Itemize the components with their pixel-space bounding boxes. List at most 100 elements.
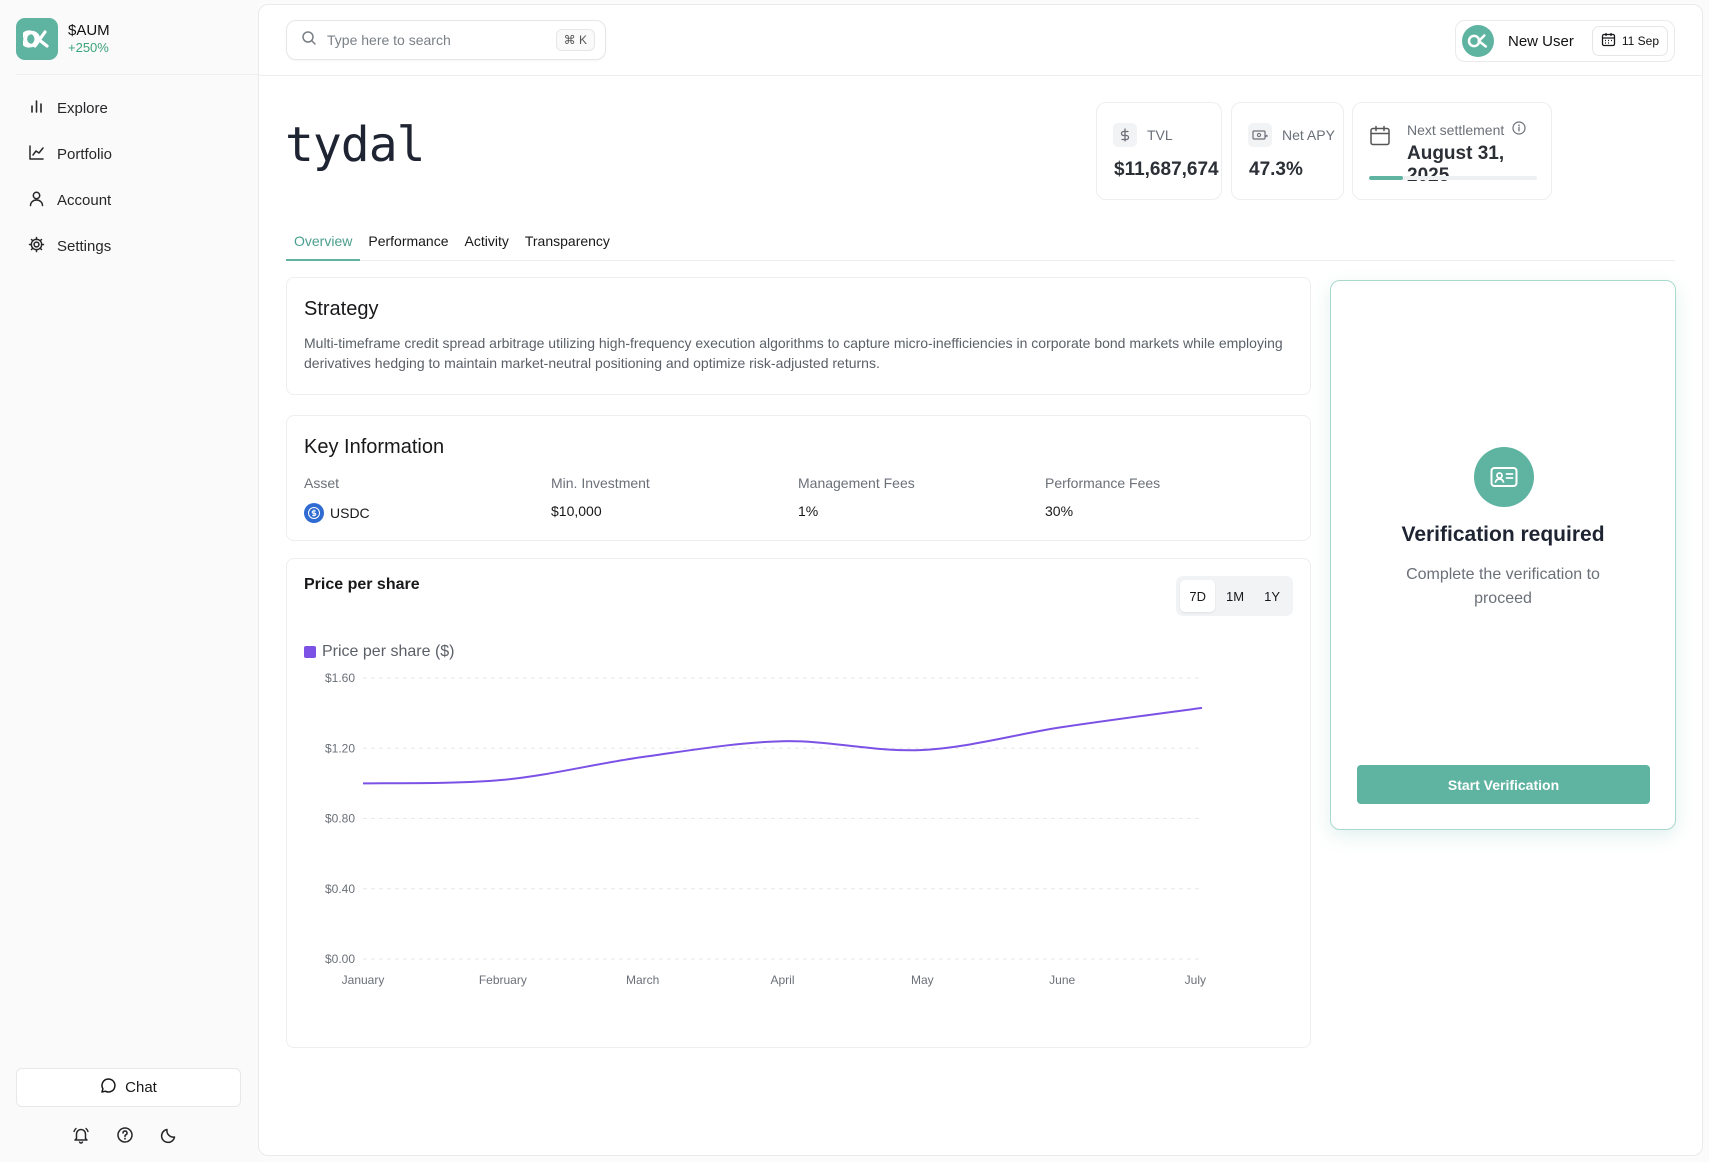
- y-tick-label: $0.40: [325, 882, 355, 896]
- main-panel: ⌘ K New User 11 Sep tydal TVL $11,687,67…: [258, 4, 1703, 1156]
- range-1m-button[interactable]: 1M: [1217, 580, 1253, 612]
- x-tick-label: May: [911, 973, 934, 987]
- y-tick-label: $1.60: [325, 671, 355, 685]
- stat-value: 47.3%: [1249, 159, 1303, 180]
- vault-logo: tydal: [285, 117, 425, 173]
- tab-overview[interactable]: Overview: [286, 224, 361, 261]
- x-tick-label: July: [1185, 973, 1206, 987]
- stat-value: August 31, 2025: [1407, 143, 1505, 186]
- token-name: $AUM: [68, 22, 110, 39]
- info-label: Performance Fees: [1045, 475, 1161, 491]
- divider: [16, 74, 258, 75]
- avatar: [1461, 25, 1494, 57]
- sidebar-item-label: Explore: [57, 99, 108, 117]
- search-shortcut: ⌘ K: [555, 29, 595, 51]
- user-menu[interactable]: New User 11 Sep: [1454, 20, 1675, 62]
- bell-icon[interactable]: [72, 1126, 90, 1144]
- settlement-progress-fill: [1369, 176, 1403, 180]
- legend-swatch: [304, 646, 316, 658]
- money-icon: [1248, 123, 1272, 147]
- calendar-icon: [1369, 125, 1391, 152]
- range-1y-button[interactable]: 1Y: [1255, 580, 1289, 612]
- verification-card: Verification required Complete the verif…: [1330, 280, 1676, 830]
- x-tick-label: June: [1049, 973, 1075, 987]
- help-icon[interactable]: [116, 1126, 134, 1144]
- verification-subtitle: Complete the verification to proceed: [1406, 566, 1600, 607]
- info-value: $10,000: [551, 503, 602, 519]
- token-change: +250%: [68, 40, 109, 55]
- sidebar-footer-icons: [72, 1126, 178, 1144]
- range-selector: 7D 1M 1Y: [1176, 576, 1293, 616]
- stat-next-settlement: Next settlement August 31, 2025: [1352, 102, 1552, 200]
- chart-title: Price per share: [304, 576, 420, 593]
- brand[interactable]: $AUM +250%: [16, 18, 110, 60]
- info-icon[interactable]: [1512, 121, 1526, 138]
- info-min-investment: Min. Investment $10,000: [551, 475, 798, 523]
- sidebar-nav: Explore Portfolio Account Settings: [28, 96, 112, 280]
- user-name: New User: [1507, 32, 1574, 50]
- info-asset: Asset USDC: [304, 475, 551, 523]
- search-box[interactable]: ⌘ K: [286, 20, 606, 60]
- key-information-card: Key Information Asset USDC Min. Investme…: [286, 415, 1311, 541]
- info-management-fees: Management Fees 1%: [798, 475, 1045, 523]
- strategy-title: Strategy: [304, 298, 379, 320]
- range-7d-button[interactable]: 7D: [1180, 580, 1216, 612]
- chart-legend: Price per share ($): [304, 643, 455, 661]
- tab-transparency[interactable]: Transparency: [517, 224, 618, 261]
- info-label: Management Fees: [798, 475, 915, 491]
- sidebar-item-label: Account: [57, 191, 112, 209]
- strategy-text: Multi-timeframe credit spread arbitrage …: [304, 335, 1283, 371]
- id-card-icon: [1474, 447, 1534, 507]
- x-tick-label: March: [626, 973, 659, 987]
- info-value: 30%: [1045, 503, 1074, 519]
- sidebar-item-label: Settings: [57, 237, 112, 255]
- info-value: 1%: [798, 503, 819, 519]
- tab-activity[interactable]: Activity: [457, 224, 517, 261]
- sidebar: $AUM +250% Explore Portfolio Account Set…: [0, 0, 258, 1162]
- calendar-icon: [1601, 32, 1616, 50]
- user-icon: [28, 190, 45, 211]
- sidebar-item-portfolio[interactable]: Portfolio: [28, 142, 112, 166]
- top-bar: ⌘ K New User 11 Sep: [259, 5, 1702, 76]
- key-information-title: Key Information: [304, 436, 445, 458]
- date-text: 11 Sep: [1621, 34, 1659, 48]
- usdc-icon: [304, 503, 324, 523]
- search-input[interactable]: [327, 32, 556, 48]
- verification-title: Verification required: [1401, 523, 1605, 546]
- legend-label: Price per share ($): [322, 643, 455, 660]
- info-label: Min. Investment: [551, 475, 650, 491]
- stat-tvl: TVL $11,687,674: [1096, 102, 1222, 200]
- info-value: USDC: [330, 505, 370, 521]
- chat-bubble-icon: [100, 1077, 117, 1098]
- chat-button[interactable]: Chat: [16, 1068, 241, 1107]
- x-tick-label: February: [479, 973, 527, 987]
- y-tick-label: $0.00: [325, 952, 355, 966]
- stat-value: $11,687,674: [1114, 159, 1219, 180]
- moon-icon[interactable]: [160, 1126, 178, 1144]
- stat-label: Net APY: [1282, 127, 1335, 143]
- stat-label: Next settlement: [1407, 121, 1505, 138]
- date-chip[interactable]: 11 Sep: [1591, 26, 1668, 56]
- price-per-share-card: Price per share 7D 1M 1Y Price per share…: [286, 558, 1311, 1048]
- stat-net-apy: Net APY 47.3%: [1231, 102, 1344, 200]
- x-tick-label: April: [770, 973, 794, 987]
- bar-chart-icon: [28, 98, 45, 119]
- info-performance-fees: Performance Fees 30%: [1045, 475, 1292, 523]
- gear-icon: [28, 236, 45, 257]
- sidebar-item-explore[interactable]: Explore: [28, 96, 112, 120]
- info-label: Asset: [304, 475, 340, 491]
- search-icon: [301, 30, 317, 51]
- tab-performance[interactable]: Performance: [360, 224, 456, 261]
- strategy-card: Strategy Multi-timeframe credit spread a…: [286, 277, 1311, 395]
- settlement-progress: [1369, 176, 1537, 180]
- tab-bar: Overview Performance Activity Transparen…: [286, 224, 1675, 261]
- stat-label: TVL: [1147, 127, 1173, 143]
- y-tick-label: $0.80: [325, 812, 355, 826]
- brand-logo-icon: [16, 18, 58, 60]
- sidebar-item-settings[interactable]: Settings: [28, 234, 112, 258]
- sidebar-item-account[interactable]: Account: [28, 188, 112, 212]
- start-verification-button[interactable]: Start Verification: [1357, 765, 1650, 804]
- line-chart-icon: [28, 144, 45, 165]
- series-line-price-per-share: [362, 706, 1203, 785]
- chat-label: Chat: [125, 1079, 157, 1096]
